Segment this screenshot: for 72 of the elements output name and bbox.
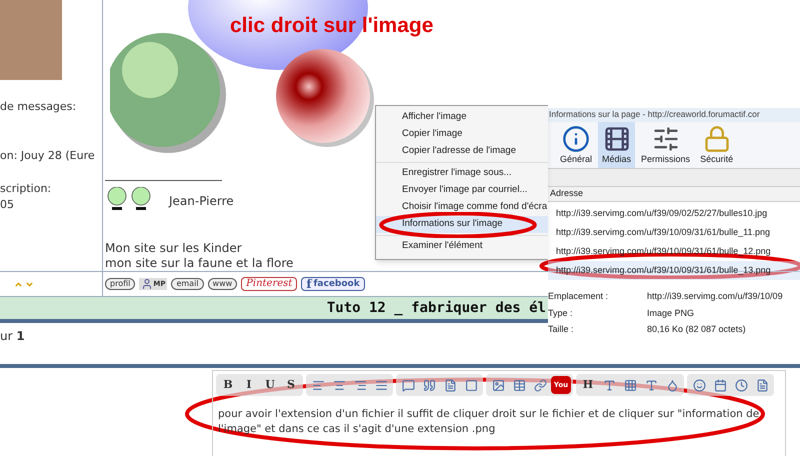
profile-text: de messages:	[0, 99, 76, 115]
menu-item[interactable]: Afficher l'image	[376, 109, 548, 126]
message-field[interactable]: pour avoir l'extension d'un fichier il suffit de cliquer droit sur le fichier et de cliquer sur "information de l'image" et dans ce cas il s'agit d'une extension .png	[214, 404, 784, 456]
table-icon	[512, 378, 526, 392]
menu-item[interactable]: Enregistrer l'image sous...	[376, 165, 548, 182]
facebook-button[interactable]: f facebook	[301, 277, 365, 291]
list-row[interactable]: http://i39.servimg.com/u/f39/09/02/52/27/bulles10.jpg	[548, 204, 800, 223]
align-justify-icon	[374, 378, 388, 392]
pinterest-button[interactable]: Pinterest	[241, 277, 298, 291]
menu-item[interactable]: Copier l'adresse de l'image	[376, 143, 548, 160]
profile-text: on: Jouy 28 (Eure	[0, 148, 95, 164]
clock-icon	[734, 378, 748, 392]
signature-text: Mon site sur les Kinder	[105, 241, 242, 256]
square-icon	[464, 378, 478, 392]
tab[interactable]: Médias	[598, 122, 636, 168]
menu-item[interactable]: Examiner l'élément	[376, 238, 548, 255]
list-row[interactable]: http://i39.servimg.com/u/f39/10/09/31/61/bulle_12.png	[548, 242, 800, 261]
align-center-icon	[332, 378, 346, 392]
drop-icon	[666, 378, 678, 392]
format-button[interactable]: U	[260, 376, 280, 394]
quote-icon	[422, 378, 436, 392]
post-link-button[interactable]: profil	[105, 278, 136, 290]
detail-label: Type :	[548, 306, 574, 320]
signature-name: Jean-Pierre	[169, 193, 234, 210]
person-icon	[141, 278, 154, 290]
detail-value: http://i39.servimg.com/u/f39/10/09	[647, 290, 783, 303]
profile-text: scription:	[0, 181, 52, 197]
font-icon	[602, 378, 616, 392]
document-icon	[444, 378, 456, 392]
speech-bubble-icon	[402, 378, 414, 392]
format-button[interactable]: I	[239, 376, 259, 394]
detail-value: Image PNG	[647, 306, 694, 320]
pagination-text: ur 1	[0, 329, 25, 343]
link-icon	[534, 378, 546, 392]
detail-value: 80,16 Ko (82 087 octets)	[647, 323, 746, 336]
padlock-icon	[702, 124, 731, 152]
align-left-icon	[312, 378, 324, 392]
topic-title: Tuto 12 _ fabriquer des él	[326, 298, 546, 318]
calendar-icon	[714, 378, 726, 392]
image-caption: clic droit sur l'image	[230, 13, 434, 39]
window-title: Informations sur la page - http://creaworld.forumactif.cor	[548, 108, 800, 122]
menu-item[interactable]: Choisir l'image comme fond d'écra	[376, 199, 548, 216]
tab[interactable]: Général	[556, 122, 596, 168]
arrow-down-icon[interactable]	[25, 280, 34, 288]
format-button[interactable]: S	[281, 376, 301, 394]
smiley-icon	[692, 378, 706, 392]
format-button[interactable]: H	[578, 376, 598, 394]
align-right-icon	[354, 378, 366, 392]
facebook-logo: f	[306, 278, 312, 290]
list-row[interactable]: http://i39.servimg.com/u/f39/10/09/31/61/bulle_13.png	[548, 261, 800, 280]
color-grid-icon	[624, 378, 636, 392]
image-icon	[492, 378, 504, 392]
font-icon	[644, 378, 658, 392]
detail-label: Taille :	[548, 323, 575, 336]
detail-label: Emplacement :	[548, 290, 610, 303]
facebook-label: facebook	[314, 278, 360, 290]
arrow-up-icon[interactable]	[14, 280, 23, 288]
film-icon	[602, 124, 631, 152]
signature-text: mon site sur la faune et la flore	[105, 256, 294, 271]
profile-text: 05	[0, 197, 14, 213]
info-icon	[562, 124, 590, 152]
menu-item[interactable]: Envoyer l'image par courriel...	[376, 182, 548, 199]
sliders-icon	[652, 124, 680, 152]
menu-item[interactable]: Copier l'image	[376, 126, 548, 143]
document-icon	[756, 378, 768, 392]
tab[interactable]: Permissions	[637, 122, 694, 168]
post-link-button[interactable]: email	[171, 278, 204, 290]
list-row[interactable]: http://i39.servimg.com/u/f39/10/09/31/61/bulle_11.png	[548, 223, 800, 242]
column-header: Adresse	[548, 186, 800, 202]
post-link-button[interactable]: www	[208, 278, 238, 290]
tab[interactable]: Sécurité	[696, 122, 738, 168]
format-button[interactable]: B	[218, 376, 238, 394]
